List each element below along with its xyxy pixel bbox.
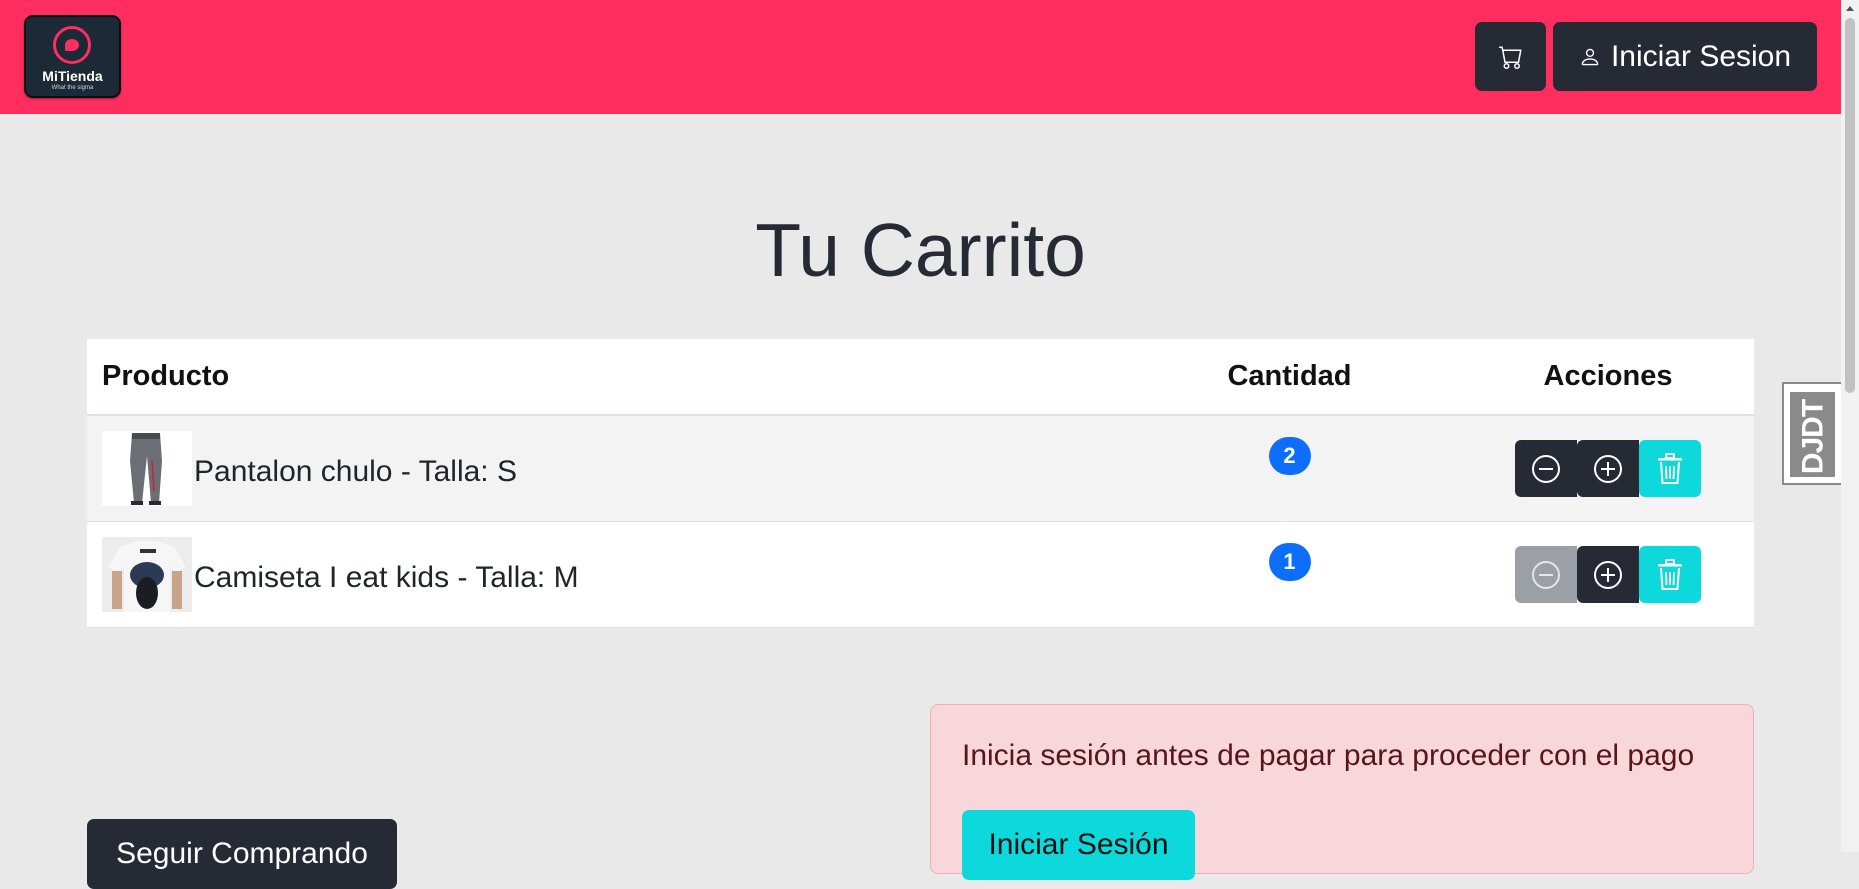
page-title: Tu Carrito <box>755 208 1086 292</box>
delete-item-button[interactable] <box>1639 546 1701 603</box>
login-button-label: Iniciar Sesion <box>1610 39 1792 73</box>
column-header-quantity: Cantidad <box>1117 339 1462 416</box>
decrease-quantity-button[interactable] <box>1515 546 1577 603</box>
debug-toolbar-label: DJDT <box>1796 399 1830 475</box>
product-name: Pantalon chulo - Talla: S <box>194 454 517 488</box>
alert-message: Inicia sesión antes de pagar para proced… <box>962 739 1695 772</box>
increase-quantity-button[interactable] <box>1577 546 1639 603</box>
person-icon <box>1581 48 1599 65</box>
plus-circle-icon <box>1594 454 1622 483</box>
cart-button[interactable] <box>1475 22 1546 91</box>
scrollbar-thumb[interactable] <box>1845 18 1855 393</box>
column-header-product: Producto <box>87 339 1117 416</box>
plus-circle-icon <box>1594 560 1622 589</box>
navbar: MiTienda What the sigma Iniciar Sesion <box>0 0 1841 114</box>
tshirt-thumbnail <box>102 537 192 612</box>
trash-icon <box>1658 452 1682 484</box>
logo-mark-icon <box>53 26 91 64</box>
brand-logo[interactable]: MiTienda What the sigma <box>24 15 121 98</box>
quantity-badge: 1 <box>1268 542 1311 581</box>
continue-shopping-button[interactable]: Seguir Comprando <box>87 819 397 889</box>
minus-circle-icon <box>1532 454 1560 483</box>
cart-icon <box>1498 46 1521 69</box>
page-scrollbar[interactable] <box>1841 0 1859 852</box>
table-row: Pantalon chulo - Talla: S 2 <box>87 415 1754 522</box>
decrease-quantity-button[interactable] <box>1515 440 1577 497</box>
alert-login-button[interactable]: Iniciar Sesión <box>962 810 1195 880</box>
cart-table: Producto Cantidad Acciones Pantalon chul… <box>87 339 1754 628</box>
login-button[interactable]: Iniciar Sesion <box>1553 22 1817 91</box>
table-header-row: Producto Cantidad Acciones <box>87 339 1754 416</box>
login-required-alert: Inicia sesión antes de pagar para proced… <box>930 704 1754 880</box>
debug-toolbar-handle[interactable]: DJDT <box>1782 382 1841 485</box>
brand-name: MiTienda <box>42 68 103 84</box>
brand-tagline: What the sigma <box>51 85 94 91</box>
delete-item-button[interactable] <box>1639 440 1701 497</box>
trash-icon <box>1658 558 1682 590</box>
quantity-badge: 2 <box>1268 436 1311 475</box>
table-row: Camiseta I eat kids - Talla: M 1 <box>87 521 1754 628</box>
pants-thumbnail <box>102 431 192 506</box>
minus-circle-icon <box>1532 560 1560 589</box>
increase-quantity-button[interactable] <box>1577 440 1639 497</box>
product-name: Camiseta I eat kids - Talla: M <box>194 560 579 594</box>
scroll-up-arrow-icon[interactable] <box>1846 6 1854 11</box>
column-header-actions: Acciones <box>1462 339 1754 416</box>
